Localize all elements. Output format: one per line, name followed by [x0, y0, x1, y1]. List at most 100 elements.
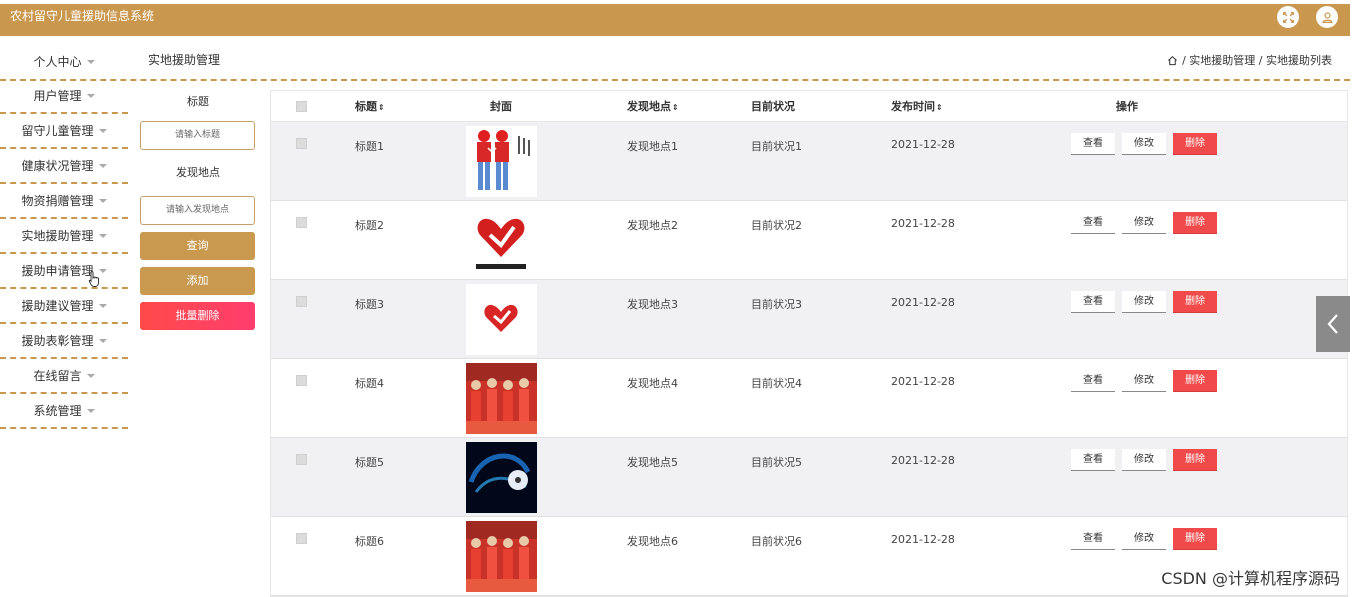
- divider: [0, 79, 1350, 81]
- chevron-down-icon: [98, 234, 107, 238]
- cell-title: 标题3: [355, 298, 384, 311]
- cover-image[interactable]: [465, 363, 537, 434]
- edit-button[interactable]: 修改: [1122, 528, 1166, 550]
- cell-title: 标题2: [355, 219, 384, 232]
- sidebar-item-label: 援助表彰管理: [21, 334, 94, 348]
- column-header-status: 目前状况: [751, 100, 795, 113]
- cell-location: 发现地点5: [627, 456, 678, 469]
- sidebar-item-donations[interactable]: 物资捐赠管理: [0, 184, 128, 219]
- table-row: 标题4 发现地点4 目前状况4 2021-12-28 查看 修改 删除: [271, 359, 1347, 438]
- location-search-input[interactable]: 请输入发现地点: [140, 196, 255, 225]
- row-checkbox[interactable]: [295, 217, 307, 228]
- table-row: 标题1 发现地点1 目前状况1 2021-12-28 查看 修改 删除: [271, 122, 1347, 201]
- view-button[interactable]: 查看: [1071, 133, 1115, 155]
- cell-time: 2021-12-28: [891, 375, 955, 388]
- table-row: 标题5 发现地点5 目前状况5 2021-12-28 查看 修改 删除: [271, 438, 1347, 517]
- edit-button[interactable]: 修改: [1122, 212, 1166, 234]
- hand-pointer-icon: [88, 271, 99, 287]
- sidebar-item-label: 物资捐赠管理: [21, 194, 94, 208]
- sidebar-item-users[interactable]: 用户管理: [0, 79, 128, 114]
- sidebar-item-label: 在线留言: [33, 369, 82, 383]
- row-checkbox[interactable]: [295, 138, 307, 149]
- collapse-panel-button[interactable]: [1316, 296, 1350, 352]
- home-icon[interactable]: [1167, 55, 1178, 66]
- sidebar-item-label: 系统管理: [33, 404, 82, 418]
- chevron-down-icon: [86, 94, 95, 98]
- app-header: 农村留守儿童援助信息系统: [0, 4, 1350, 36]
- title-search-input[interactable]: 请输入标题: [140, 121, 255, 150]
- sidebar-item-aid-suggestions[interactable]: 援助建议管理: [0, 289, 128, 324]
- row-checkbox[interactable]: [295, 375, 307, 386]
- delete-button[interactable]: 删除: [1173, 133, 1217, 155]
- table-row: 标题2 发现地点2 目前状况2 2021-12-28 查看 修改 删除: [271, 201, 1347, 280]
- cell-status: 目前状况6: [751, 535, 802, 548]
- row-checkbox[interactable]: [295, 454, 307, 465]
- column-header-time[interactable]: 发布时间⇕: [831, 98, 971, 114]
- sidebar-item-label: 援助申请管理: [21, 264, 94, 278]
- table-row: 标题3 发现地点3 目前状况3 2021-12-28 查看 修改 删除: [271, 280, 1347, 359]
- cover-image[interactable]: [465, 126, 537, 197]
- sidebar-item-children[interactable]: 留守儿童管理: [0, 114, 128, 149]
- cell-location: 发现地点1: [627, 140, 678, 153]
- cover-image[interactable]: [465, 521, 537, 592]
- breadcrumb-text: / 实地援助管理 / 实地援助列表: [1182, 54, 1332, 67]
- delete-button[interactable]: 删除: [1173, 212, 1217, 234]
- column-header-location[interactable]: 发现地点⇕: [561, 98, 681, 114]
- sort-icon: ⇕: [936, 103, 943, 112]
- cell-status: 目前状况4: [751, 377, 802, 390]
- column-header-title[interactable]: 标题⇕: [331, 98, 441, 114]
- column-header-cover: 封面: [490, 100, 512, 113]
- query-button[interactable]: 查询: [140, 232, 255, 260]
- delete-button[interactable]: 删除: [1173, 370, 1217, 392]
- app-title: 农村留守儿童援助信息系统: [10, 9, 155, 23]
- chevron-down-icon: [98, 339, 107, 343]
- sidebar-item-messages[interactable]: 在线留言: [0, 359, 128, 394]
- delete-button[interactable]: 删除: [1173, 528, 1217, 550]
- table-header: 标题⇕ 封面 发现地点⇕ 目前状况 发布时间⇕ 操作: [271, 91, 1347, 122]
- cover-image[interactable]: [465, 205, 537, 276]
- chevron-down-icon: [98, 164, 107, 168]
- cell-time: 2021-12-28: [891, 296, 955, 309]
- column-header-ops: 操作: [1116, 100, 1138, 113]
- edit-button[interactable]: 修改: [1122, 370, 1166, 392]
- edit-button[interactable]: 修改: [1122, 291, 1166, 313]
- cell-location: 发现地点4: [627, 377, 678, 390]
- fullscreen-button[interactable]: [1277, 6, 1299, 28]
- cover-image[interactable]: [465, 284, 537, 355]
- chevron-down-icon: [86, 60, 95, 64]
- delete-button[interactable]: 删除: [1173, 291, 1217, 313]
- sidebar-item-aid-commendations[interactable]: 援助表彰管理: [0, 324, 128, 359]
- sidebar-item-system[interactable]: 系统管理: [0, 394, 128, 429]
- cover-image[interactable]: [465, 442, 537, 513]
- view-button[interactable]: 查看: [1071, 212, 1115, 234]
- sidebar-item-aid-applications[interactable]: 援助申请管理: [0, 254, 128, 289]
- cell-title: 标题5: [355, 456, 384, 469]
- view-button[interactable]: 查看: [1071, 449, 1115, 471]
- cell-location: 发现地点3: [627, 298, 678, 311]
- sidebar-item-label: 用户管理: [33, 89, 82, 103]
- row-checkbox[interactable]: [295, 533, 307, 544]
- view-button[interactable]: 查看: [1071, 291, 1115, 313]
- batch-delete-button[interactable]: 批量删除: [140, 302, 255, 330]
- edit-button[interactable]: 修改: [1122, 133, 1166, 155]
- sidebar-item-health[interactable]: 健康状况管理: [0, 149, 128, 184]
- sidebar-item-personal-center[interactable]: 个人中心: [0, 44, 128, 79]
- user-button[interactable]: [1316, 6, 1338, 28]
- view-button[interactable]: 查看: [1071, 370, 1115, 392]
- chevron-down-icon: [98, 129, 107, 133]
- sidebar-item-field-aid[interactable]: 实地援助管理: [0, 219, 128, 254]
- cell-title: 标题6: [355, 535, 384, 548]
- edit-button[interactable]: 修改: [1122, 449, 1166, 471]
- row-checkbox[interactable]: [295, 296, 307, 307]
- sidebar-item-label: 留守儿童管理: [21, 124, 94, 138]
- sidebar-item-label: 实地援助管理: [21, 229, 94, 243]
- cell-time: 2021-12-28: [891, 217, 955, 230]
- add-button[interactable]: 添加: [140, 267, 255, 295]
- select-all-checkbox[interactable]: [295, 100, 307, 112]
- chevron-down-icon: [98, 304, 107, 308]
- delete-button[interactable]: 删除: [1173, 449, 1217, 471]
- cell-status: 目前状况3: [751, 298, 802, 311]
- view-button[interactable]: 查看: [1071, 528, 1115, 550]
- cell-time: 2021-12-28: [891, 138, 955, 151]
- chevron-down-icon: [98, 199, 107, 203]
